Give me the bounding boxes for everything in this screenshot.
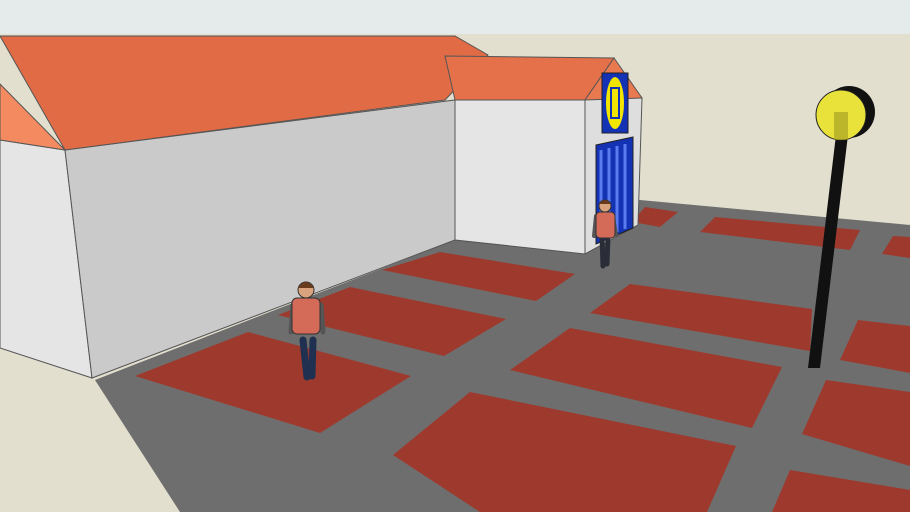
store-logo-circle: [604, 75, 626, 131]
annex-roof: [444, 55, 615, 101]
sky: [0, 0, 910, 34]
scene-render: [0, 0, 910, 512]
annex-side-wall: [454, 99, 586, 255]
